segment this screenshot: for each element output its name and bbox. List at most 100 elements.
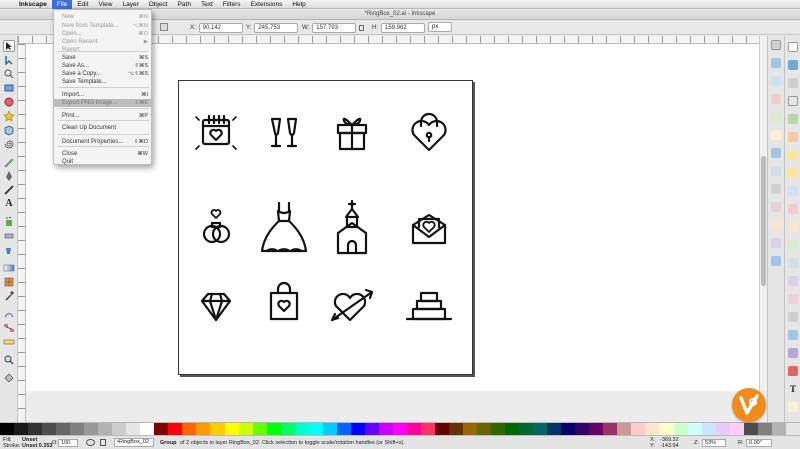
color-swatch[interactable]	[434, 423, 449, 435]
color-swatch[interactable]	[112, 423, 127, 435]
rectangle-tool-icon[interactable]	[3, 82, 15, 94]
wedding-dress-icon[interactable]	[260, 201, 308, 253]
color-swatch[interactable]	[308, 423, 323, 435]
zoom-tool-icon[interactable]	[3, 68, 15, 80]
lock-icon[interactable]	[100, 439, 106, 446]
layer-select[interactable]: •RingBox_02	[114, 438, 154, 447]
menu-path[interactable]: Path	[173, 0, 196, 9]
snap-edges-icon[interactable]	[771, 76, 781, 86]
save-doc-icon[interactable]	[788, 78, 798, 88]
magnifier-tool-icon[interactable]	[3, 354, 15, 366]
color-swatch[interactable]	[519, 423, 534, 435]
file-menu-item[interactable]: Quit	[54, 158, 153, 166]
color-swatch[interactable]	[631, 423, 646, 435]
open-doc-icon[interactable]	[788, 60, 798, 70]
color-swatch[interactable]	[729, 423, 744, 435]
file-menu-item[interactable]: Export PNG Image... ⇧⌘E	[54, 99, 153, 107]
color-swatch[interactable]	[168, 423, 183, 435]
x-input[interactable]: 90.142	[198, 22, 243, 33]
measure-tool-icon[interactable]	[3, 336, 15, 348]
color-swatch[interactable]	[84, 423, 99, 435]
file-menu-item[interactable]: Revert	[54, 46, 153, 54]
color-swatch[interactable]	[196, 423, 211, 435]
color-swatch[interactable]	[378, 423, 393, 435]
menu-object[interactable]: Object	[144, 0, 173, 9]
snap-toggle-icon[interactable]	[771, 40, 781, 50]
ungroup-icon[interactable]	[788, 348, 798, 358]
cut-icon[interactable]	[788, 204, 798, 214]
color-swatch[interactable]	[603, 423, 618, 435]
file-menu-item[interactable]: Save ⌘S	[54, 54, 153, 62]
chapel-icon[interactable]	[336, 199, 368, 255]
color-swatch[interactable]	[252, 423, 267, 435]
color-swatch[interactable]	[449, 423, 464, 435]
file-menu-item[interactable]: New from Template... ⌥⌘N	[54, 22, 153, 30]
rotation-input[interactable]: 0.00°	[746, 439, 772, 447]
file-menu-item[interactable]: Import... ⌘I	[54, 91, 153, 99]
color-swatch[interactable]	[659, 423, 674, 435]
apple-menu[interactable]	[0, 0, 14, 9]
color-swatch[interactable]	[56, 423, 71, 435]
menu-edit[interactable]: Edit	[72, 0, 93, 9]
paste-icon[interactable]	[788, 222, 798, 232]
menu-view[interactable]: View	[94, 0, 118, 9]
gradient-tool-icon[interactable]	[3, 262, 15, 274]
bucket-tool-icon[interactable]	[3, 244, 15, 256]
heart-padlock-icon[interactable]	[411, 112, 447, 152]
love-letter-icon[interactable]	[411, 213, 447, 245]
calendar-heart-icon[interactable]	[195, 114, 237, 150]
color-swatch[interactable]	[491, 423, 506, 435]
file-menu-item[interactable]: New ⌘N	[54, 13, 153, 21]
color-swatch[interactable]	[561, 423, 576, 435]
calligraphy-tool-icon[interactable]	[3, 184, 15, 196]
star-tool-icon[interactable]	[3, 110, 15, 122]
copy-icon[interactable]	[788, 186, 798, 196]
menu-extensions[interactable]: Extensions	[246, 0, 288, 9]
color-swatch[interactable]	[477, 423, 492, 435]
zoom-drawing-icon[interactable]	[788, 258, 798, 268]
color-swatch[interactable]	[617, 423, 632, 435]
menu-text[interactable]: Text	[196, 0, 218, 9]
color-swatch[interactable]	[350, 423, 365, 435]
color-swatch[interactable]	[98, 423, 113, 435]
color-swatch[interactable]	[280, 423, 295, 435]
file-menu-item[interactable]: Close ⌘W	[54, 150, 153, 158]
color-swatch[interactable]	[14, 423, 29, 435]
color-swatch[interactable]	[687, 423, 702, 435]
color-swatch[interactable]	[70, 423, 85, 435]
color-swatch[interactable]	[210, 423, 225, 435]
eye-icon[interactable]	[86, 439, 95, 446]
new-doc-icon[interactable]	[788, 42, 798, 52]
color-swatch[interactable]	[715, 423, 730, 435]
color-swatch[interactable]	[336, 423, 351, 435]
y-input[interactable]: 245.753	[254, 22, 299, 33]
diamond-icon[interactable]	[200, 292, 232, 322]
lower-icon[interactable]	[160, 23, 168, 31]
snap-bbox-icon[interactable]	[771, 58, 781, 68]
pencil-tool-icon[interactable]	[3, 156, 15, 168]
w-input[interactable]: 157.793	[312, 22, 357, 33]
scroll-thumb[interactable]	[761, 156, 766, 286]
color-swatch[interactable]	[182, 423, 197, 435]
champagne-glasses-icon[interactable]	[270, 117, 298, 148]
stroke-value[interactable]: Unset 0.353	[22, 443, 53, 449]
paint-bucket-icon[interactable]	[3, 372, 15, 384]
zoom-page-icon[interactable]	[788, 276, 798, 286]
opacity-input[interactable]: 100	[58, 439, 78, 447]
zoom-selection-icon[interactable]	[788, 240, 798, 250]
spiral-tool-icon[interactable]	[3, 138, 15, 150]
color-swatch[interactable]	[28, 423, 43, 435]
color-swatch[interactable]	[294, 423, 309, 435]
color-swatch[interactable]	[238, 423, 253, 435]
gift-box-icon[interactable]	[336, 117, 368, 151]
color-swatch[interactable]	[757, 423, 772, 435]
export-icon[interactable]	[788, 132, 798, 142]
color-swatch[interactable]	[785, 423, 800, 435]
text-tool-icon[interactable]: A	[3, 198, 15, 210]
duplicate-icon[interactable]	[788, 294, 798, 304]
lock-ratio-icon[interactable]	[359, 25, 364, 31]
h-input[interactable]: 159.962	[381, 22, 425, 33]
color-swatch[interactable]	[505, 423, 520, 435]
spray-tool-icon[interactable]	[3, 216, 15, 228]
app-menu[interactable]: Inkscape	[14, 0, 52, 9]
